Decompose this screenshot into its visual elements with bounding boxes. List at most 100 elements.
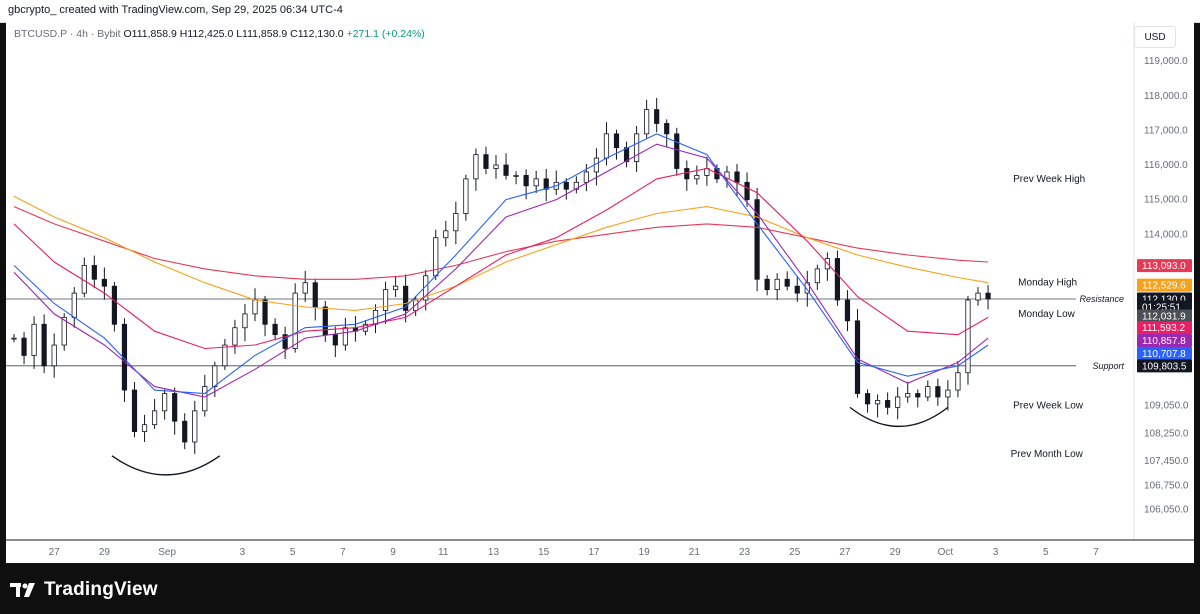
candle-body: [905, 393, 911, 398]
candle-body: [232, 327, 238, 346]
price-badge-label: 110,707.8: [1142, 349, 1186, 360]
price-tick-label: 109,050.0: [1144, 401, 1189, 412]
time-tick-label: 19: [639, 547, 651, 558]
time-tick-label: 25: [789, 547, 801, 558]
candle-body: [925, 386, 931, 398]
candle-body: [473, 154, 479, 180]
candle-body: [463, 178, 469, 214]
candle-body: [603, 133, 610, 159]
time-tick-label: 9: [390, 547, 396, 558]
tradingview-logo-icon: [10, 583, 35, 597]
tradingview-logo-text: TradingView: [44, 579, 158, 600]
price-tick-label: 117,000.0: [1144, 125, 1188, 136]
candle-body: [844, 299, 851, 322]
candle-body: [222, 344, 228, 367]
candle-body: [312, 282, 318, 308]
candle-body: [814, 268, 820, 284]
candle-body: [21, 337, 27, 356]
candle-body: [513, 175, 519, 177]
price-badge-label: 112,529.6: [1142, 281, 1186, 292]
time-tick-label: 5: [1043, 547, 1049, 558]
time-tick-label: 17: [588, 547, 600, 558]
author-line: gbcrypto_ created with TradingView.com, …: [8, 4, 343, 16]
price-badge-label: 110,857.8: [1142, 336, 1186, 347]
candle-body: [31, 323, 37, 356]
candle-body: [483, 154, 489, 169]
price-tick-label: 114,000.0: [1144, 229, 1188, 240]
candle-body: [734, 171, 740, 183]
candle-body: [242, 313, 248, 329]
chart-annotation: Monday Low: [1018, 309, 1075, 320]
symbol-label[interactable]: BTCUSD.P · 4h · Bybit: [14, 28, 121, 40]
chart-annotation: Prev Month Low: [1011, 449, 1084, 460]
rounded-bottom-arc: [111, 455, 221, 476]
price-chart[interactable]: Resistance Support Prev Week High Monday Hi…: [6, 22, 1194, 563]
level-label: Support: [1092, 361, 1124, 371]
candle-body: [644, 109, 650, 135]
candle-body: [382, 289, 389, 311]
author-header: gbcrypto_ created with TradingView.com, …: [0, 0, 1200, 23]
chart-annotation: Prev Week High: [1013, 174, 1085, 185]
candle-body: [834, 258, 841, 301]
time-tick-label: 29: [99, 547, 111, 558]
candle-body: [774, 278, 780, 291]
high-value: H112,425.0: [179, 28, 234, 40]
candle-body: [935, 386, 941, 398]
ohlc-legend: BTCUSD.P · 4h · Bybit O111,858.9 H112,42…: [14, 28, 425, 40]
candle-body: [533, 178, 539, 187]
time-tick-label: 3: [993, 547, 999, 558]
time-tick-label: Sep: [158, 547, 176, 558]
close-value: C112,130.0: [290, 28, 344, 40]
chart-area[interactable]: Resistance Support Prev Week High Monday Hi…: [6, 22, 1194, 563]
candle-body: [292, 292, 298, 349]
candle-body: [71, 292, 77, 318]
time-tick-label: 27: [839, 547, 851, 558]
candle-body: [794, 285, 800, 294]
candle-body: [322, 306, 328, 336]
candle-body: [252, 299, 258, 315]
tradingview-logo[interactable]: TradingView: [10, 579, 158, 601]
candle-body: [172, 393, 178, 422]
chart-annotation: Monday High: [1018, 278, 1077, 289]
candle-body: [523, 175, 529, 187]
candle-body: [302, 282, 308, 294]
candle-body: [212, 365, 218, 387]
candle-body: [563, 181, 569, 190]
candle-body: [955, 372, 961, 391]
low-value: L111,858.9: [236, 28, 288, 40]
currency-button[interactable]: USD: [1134, 26, 1176, 48]
candle-body: [111, 285, 118, 325]
candle-body: [151, 410, 158, 426]
candle-body: [141, 424, 148, 433]
candle-body: [503, 164, 509, 176]
time-tick-label: Oct: [938, 547, 954, 558]
time-tick-label: 7: [340, 547, 346, 558]
candle-body: [162, 393, 168, 412]
candle-body: [51, 344, 57, 367]
candle-body: [915, 393, 921, 398]
candle-body: [332, 334, 338, 346]
price-badge-label: 112,031.9: [1142, 311, 1186, 322]
level-label: Resistance: [1079, 294, 1124, 304]
candle-body: [654, 109, 660, 124]
candle-body: [101, 278, 107, 287]
footer-bar: TradingView: [0, 563, 1200, 614]
time-tick-label: 11: [438, 547, 449, 558]
open-value: O111,858.9: [123, 28, 177, 40]
candle-body: [684, 168, 690, 180]
candle-body: [392, 285, 399, 291]
candle-body: [694, 175, 700, 180]
candle-body: [864, 393, 871, 405]
candle-body: [493, 164, 499, 169]
time-tick-label: 5: [290, 547, 296, 558]
candle-body: [202, 386, 208, 412]
candle-body: [192, 410, 198, 443]
candle-body: [453, 213, 459, 232]
candle-body: [674, 133, 680, 169]
time-tick-label: 7: [1093, 547, 1099, 558]
price-badge-label: 113,093.0: [1142, 261, 1186, 272]
price-badge-label: 111,593.2: [1142, 323, 1185, 334]
candle-body: [784, 278, 790, 287]
candle-body: [342, 327, 348, 346]
candle-body: [182, 420, 188, 443]
